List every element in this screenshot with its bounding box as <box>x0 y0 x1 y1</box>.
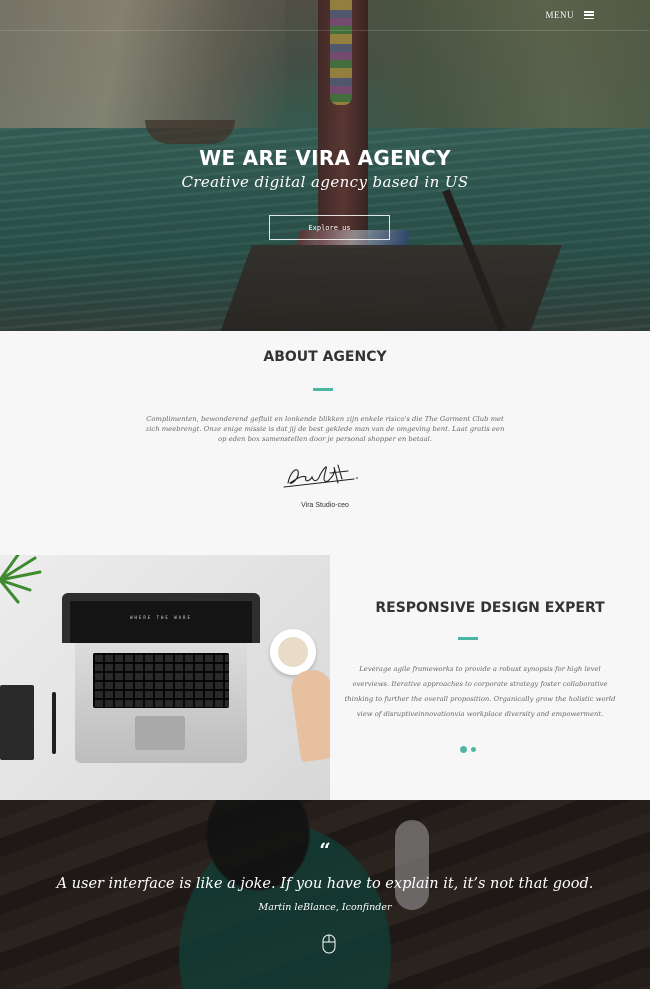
ceo-label: Vira Studio-ceo <box>301 502 349 509</box>
slider-dots <box>460 746 476 753</box>
notebook <box>0 685 34 760</box>
pen <box>52 692 56 754</box>
scroll-mouse-icon[interactable] <box>322 934 336 954</box>
feature-accent-line <box>458 637 478 640</box>
laptop-keyboard <box>93 653 229 708</box>
about-text: Complimenten, bewonderend gefluit en lon… <box>145 415 505 443</box>
signature-icon <box>283 464 358 488</box>
hand <box>288 667 330 763</box>
hero-subtitle: Creative digital agency based in US <box>181 173 469 191</box>
about-section: ABOUT AGENCY Complimenten, bewonderend g… <box>0 331 650 555</box>
feature-text: Leverage agile frameworks to provide a r… <box>344 665 616 718</box>
menu-button[interactable]: MENU <box>545 10 594 20</box>
laptop-screen-text: WHERE THE WARE <box>130 615 192 620</box>
coffee-cup <box>270 629 316 675</box>
feature-title: RESPONSIVE DESIGN EXPERT <box>375 600 605 616</box>
hero-title: WE ARE VIRA AGENCY <box>199 146 451 170</box>
hamburger-icon <box>584 11 594 19</box>
explore-button[interactable]: Explore us <box>269 215 390 240</box>
plant-icon <box>0 555 42 604</box>
slider-dot-active[interactable] <box>460 746 467 753</box>
quote-section <box>0 800 650 989</box>
quote-mark-icon: “ <box>319 838 331 862</box>
about-accent-line <box>313 388 333 391</box>
laptop-base <box>75 643 247 763</box>
feature-text-panel: RESPONSIVE DESIGN EXPERT Leverage agile … <box>330 555 650 800</box>
menu-label: MENU <box>545 10 574 20</box>
desk-image: WHERE THE WARE <box>0 555 330 800</box>
slider-dot[interactable] <box>471 747 476 752</box>
header-divider <box>0 30 650 31</box>
quote-overlay <box>0 800 650 989</box>
laptop-screen: WHERE THE WARE <box>62 593 260 643</box>
feature-section: WHERE THE WARE RESPONSIVE DESIGN EXPERT … <box>0 555 650 800</box>
quote-text: A user interface is like a joke. If you … <box>56 876 594 892</box>
quote-author: Martin leBlance, Iconfinder <box>258 902 392 913</box>
laptop-trackpad <box>135 716 185 750</box>
about-title: ABOUT AGENCY <box>263 349 387 365</box>
